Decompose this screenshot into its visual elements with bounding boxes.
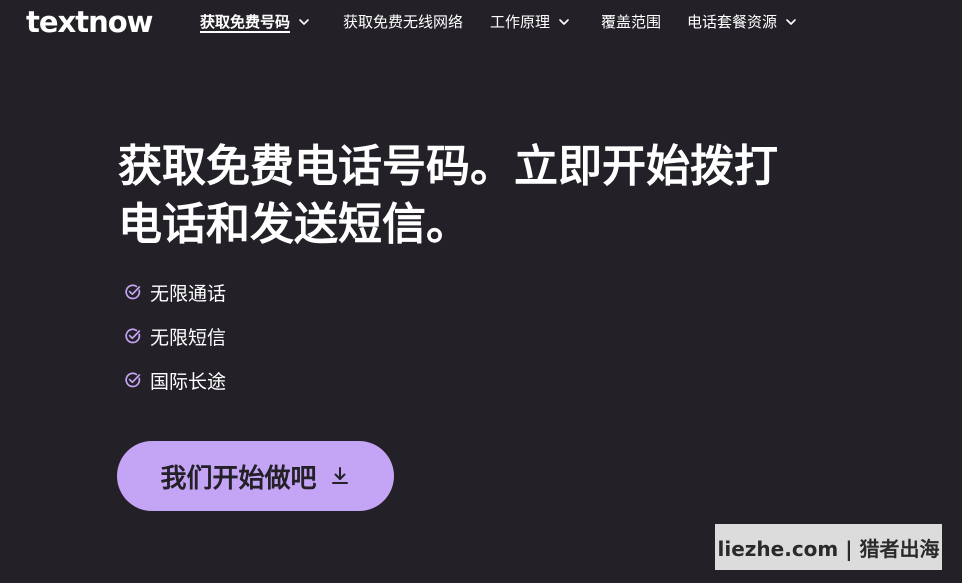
hero-title-line-1: 获取免费电话号码。立即开始拨打 [118, 141, 778, 192]
hero-title-line-2: 电话和发送短信。 [118, 199, 470, 250]
feature-list: 无限通话 无限短信 国际长途 [124, 276, 226, 408]
feature-label: 无限通话 [150, 282, 227, 305]
nav-item-how-it-works[interactable]: 工作原理 [490, 11, 570, 33]
feature-label: 国际长途 [150, 370, 227, 393]
check-circle-icon [125, 328, 141, 344]
nav-item-label: 获取免费无线网络 [343, 13, 464, 31]
download-arrow-icon [331, 467, 348, 484]
chevron-down-icon [559, 19, 569, 25]
nav-item-label: 获取免费号码 [200, 13, 291, 31]
watermark: liezhe.com | 猎者出海 [715, 524, 942, 570]
hero-title: 获取免费电话号码。立即开始拨打 电话和发送短信。 [118, 138, 878, 254]
feature-item-unlimited-texts: 无限短信 [124, 320, 226, 352]
nav-item-get-free-wifi[interactable]: 获取免费无线网络 [343, 11, 463, 33]
feature-item-unlimited-calls: 无限通话 [124, 276, 226, 308]
nav-item-label: 电话套餐资源 [687, 13, 778, 31]
chevron-down-icon [786, 19, 796, 25]
nav-item-coverage[interactable]: 覆盖范围 [601, 11, 661, 33]
feature-item-international: 国际长途 [124, 364, 226, 396]
nav-item-phone-plan-resources[interactable]: 电话套餐资源 [687, 11, 797, 33]
get-started-button[interactable]: 我们开始做吧 [117, 441, 394, 511]
nav-item-get-free-number[interactable]: 获取免费号码 [200, 11, 310, 33]
check-circle-icon [125, 284, 141, 300]
top-navigation: textnow 获取免费号码 获取免费无线网络 工作原理 覆盖范围 电话套餐资源 [0, 0, 962, 44]
nav-item-label: 工作原理 [490, 13, 551, 31]
get-started-label: 我们开始做吧 [160, 462, 317, 493]
textnow-logo[interactable]: textnow [26, 3, 153, 41]
feature-label: 无限短信 [150, 326, 227, 349]
chevron-down-icon [299, 19, 309, 25]
nav-item-label: 覆盖范围 [601, 13, 662, 31]
check-circle-icon [125, 372, 141, 388]
